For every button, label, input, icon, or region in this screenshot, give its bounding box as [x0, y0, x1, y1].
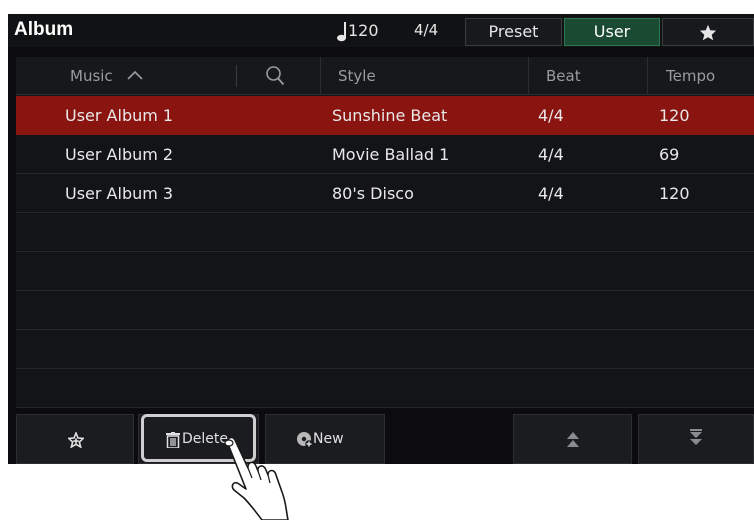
table-row[interactable]: User Album 1 Sunshine Beat 4/4 120 — [16, 96, 754, 135]
bottom-toolbar: Delete New — [8, 414, 754, 464]
column-header-style: Style — [338, 67, 376, 85]
album-beat: 4/4 — [538, 145, 564, 164]
tab-favorite[interactable] — [662, 18, 754, 46]
time-signature: 4/4 — [414, 21, 439, 39]
album-style: 80's Disco — [332, 184, 414, 203]
table-header: Music Style Beat Tempo — [16, 57, 754, 95]
album-screen: Album 120 4/4 Preset User Music Style Be… — [8, 14, 754, 464]
album-tempo: 69 — [659, 145, 680, 164]
empty-row — [16, 213, 754, 252]
album-style: Movie Ballad 1 — [332, 145, 450, 164]
album-style: Sunshine Beat — [332, 106, 448, 125]
album-tempo: 120 — [659, 184, 690, 203]
album-list: User Album 1 Sunshine Beat 4/4 120 User … — [16, 96, 754, 408]
star-icon — [699, 24, 717, 41]
empty-row — [16, 330, 754, 369]
header-divider — [647, 57, 648, 95]
album-table: Music Style Beat Tempo User Album 1 Suns… — [16, 57, 754, 408]
column-header-beat: Beat — [546, 67, 581, 85]
album-tempo: 120 — [659, 106, 690, 125]
table-row[interactable]: User Album 2 Movie Ballad 1 4/4 69 — [16, 135, 754, 174]
new-label: New — [313, 431, 344, 447]
tab-user[interactable]: User — [564, 18, 660, 46]
page-title: Album — [14, 19, 74, 40]
page-down-button[interactable] — [638, 414, 754, 464]
search-icon[interactable] — [265, 65, 285, 87]
album-name: User Album 1 — [65, 106, 174, 125]
empty-row — [16, 369, 754, 408]
album-name: User Album 3 — [65, 184, 174, 203]
header-divider — [528, 57, 529, 95]
header-divider — [320, 57, 321, 95]
title-bar: Album 120 4/4 Preset User — [8, 14, 754, 47]
header-divider — [236, 65, 237, 87]
album-beat: 4/4 — [538, 184, 564, 203]
star-plus-icon — [68, 432, 84, 448]
empty-row — [16, 252, 754, 291]
tempo-value: 120 — [348, 21, 379, 40]
double-chevron-down-icon — [690, 429, 702, 445]
tab-preset[interactable]: Preset — [465, 18, 562, 46]
album-name: User Album 2 — [65, 145, 174, 164]
hand-pointer-icon — [224, 436, 289, 520]
table-row[interactable]: User Album 3 80's Disco 4/4 120 — [16, 174, 754, 213]
column-header-music[interactable]: Music — [70, 67, 113, 85]
album-beat: 4/4 — [538, 106, 564, 125]
empty-row — [16, 291, 754, 330]
quarter-note-icon — [337, 22, 346, 42]
add-favorite-button[interactable] — [16, 414, 134, 464]
chevron-up-icon[interactable] — [126, 69, 144, 81]
column-header-tempo: Tempo — [666, 67, 716, 85]
page-up-button[interactable] — [513, 414, 632, 464]
double-chevron-up-icon — [567, 432, 579, 447]
